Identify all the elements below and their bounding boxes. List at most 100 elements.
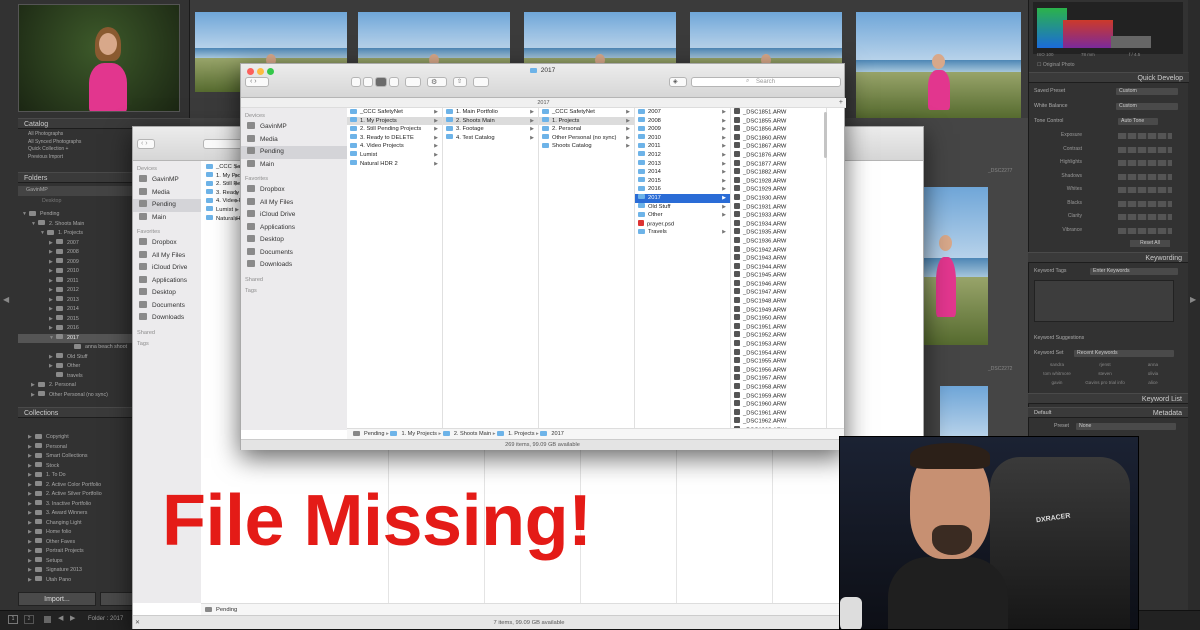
folder-item[interactable]: 1. My Pro ▶ (203, 172, 243, 181)
add-tab-icon[interactable]: + (839, 98, 843, 108)
file-item[interactable]: _DSC1951.ARW (731, 322, 826, 332)
folder-item[interactable]: 2. Still Pending Projects ▶ (347, 125, 442, 134)
folder-item[interactable]: 2015 ▶ (635, 177, 730, 186)
file-item[interactable]: _DSC1946.ARW (731, 279, 826, 289)
slider-vibrance[interactable]: Vibrance (1030, 227, 1172, 236)
reset-all-button[interactable]: Reset All (1130, 240, 1170, 247)
icon-view-button[interactable] (351, 77, 361, 87)
folder-item[interactable]: 3. Footage ▶ (443, 125, 538, 134)
folder-item[interactable]: _CCC Safe ▶ (203, 163, 245, 172)
disclosure-triangle-icon[interactable]: ▶ (28, 519, 35, 529)
sidebar-item[interactable]: Applications (133, 275, 201, 288)
arrange-button[interactable] (405, 77, 421, 87)
file-item[interactable]: _DSC1851.ARW (731, 108, 826, 117)
file-item[interactable]: _DSC1931.ARW (731, 202, 826, 212)
disclosure-triangle-icon[interactable]: ▶ (28, 538, 35, 548)
file-item[interactable]: _DSC1958.ARW (731, 383, 826, 392)
disclosure-triangle-icon[interactable]: ▶ (28, 557, 35, 567)
thumbnail[interactable] (856, 12, 1021, 118)
disclosure-triangle-icon[interactable]: ▶ (49, 353, 56, 363)
slider-buttons[interactable] (1118, 173, 1172, 180)
keyword-set-row[interactable]: Keyword Set Recent Keywords (1034, 350, 1174, 358)
file-item[interactable]: _DSC1944.ARW (731, 262, 826, 272)
disclosure-triangle-icon[interactable]: ▶ (31, 381, 38, 391)
keyword-list-header[interactable]: Keyword List (1028, 393, 1188, 404)
disclosure-triangle-icon[interactable]: ▼ (40, 229, 47, 239)
slider-buttons[interactable] (1118, 200, 1172, 207)
file-item[interactable]: _DSC1961.ARW (731, 408, 826, 418)
disclosure-triangle-icon[interactable]: ▶ (49, 267, 56, 277)
folder-item[interactable]: 3. Ready to DELETE ▶ (347, 134, 442, 143)
file-item[interactable]: _DSC1877.ARW (731, 159, 826, 169)
sidebar-item[interactable]: Documents (241, 247, 347, 260)
disclosure-triangle-icon[interactable]: ▶ (49, 286, 56, 296)
sidebar-item[interactable]: Dropbox (133, 237, 201, 250)
disclosure-triangle-icon[interactable]: ▶ (28, 471, 35, 481)
sidebar-item[interactable]: Main (133, 212, 201, 225)
tags-button[interactable] (473, 77, 489, 87)
file-item[interactable]: _DSC1954.ARW (731, 348, 826, 358)
file-item[interactable]: _DSC1956.ARW (731, 365, 826, 375)
sidebar-item[interactable]: Dropbox (241, 184, 347, 197)
slider-buttons[interactable] (1118, 227, 1172, 234)
keyword-suggestion[interactable]: olivia (1130, 371, 1176, 376)
folder-item[interactable]: Lumist ▶ (347, 151, 442, 160)
keyword-suggestion[interactable]: alice (1130, 380, 1176, 385)
view-buttons[interactable] (203, 139, 243, 149)
folder-item[interactable]: 4. Video Projects ▶ (347, 142, 442, 151)
file-item[interactable]: _DSC1962.ARW (731, 417, 826, 426)
file-item[interactable]: _DSC1948.ARW (731, 297, 826, 306)
sidebar-item[interactable]: All My Files (133, 250, 201, 263)
disclosure-triangle-icon[interactable]: ▶ (49, 324, 56, 334)
list-view-button[interactable] (363, 77, 373, 87)
disclosure-triangle-icon[interactable]: ▶ (49, 258, 56, 268)
disclosure-triangle-icon[interactable]: ▶ (49, 239, 56, 249)
file-item[interactable]: _DSC1945.ARW (731, 271, 826, 280)
keyword-tags-row[interactable]: Keyword Tags Enter Keywords (1034, 268, 1178, 276)
scrollbar[interactable] (824, 112, 827, 158)
disclosure-triangle-icon[interactable]: ▶ (28, 576, 35, 586)
keyword-suggestion[interactable]: rjenst (1082, 362, 1128, 367)
sidebar-item[interactable]: Media (241, 134, 347, 147)
file-item[interactable]: _DSC1934.ARW (731, 219, 826, 229)
folder-item[interactable]: Lumist ▶ (203, 206, 243, 215)
disclosure-triangle-icon[interactable]: ▶ (49, 296, 56, 306)
file-item[interactable]: _DSC1960.ARW (731, 400, 826, 409)
disclosure-triangle-icon[interactable]: ▼ (22, 210, 29, 220)
folder-item[interactable]: 2013 ▶ (635, 160, 730, 169)
disclosure-triangle-icon[interactable]: ▶ (28, 490, 35, 500)
folder-item[interactable]: 2009 ▶ (635, 125, 730, 134)
slider-highlights[interactable]: Highlights (1030, 159, 1172, 168)
quick-develop-header[interactable]: Quick Develop (1029, 72, 1189, 83)
folder-item[interactable]: Shoots Catalog ▶ (539, 142, 634, 151)
disclosure-triangle-icon[interactable]: ▶ (28, 528, 35, 538)
file-item[interactable]: _DSC1953.ARW (731, 340, 826, 349)
grid-icon[interactable] (44, 616, 51, 623)
disclosure-triangle-icon[interactable]: ▶ (49, 277, 56, 287)
sidebar-item[interactable]: Downloads (133, 312, 201, 325)
auto-tone-button[interactable]: Auto Tone (1118, 118, 1158, 125)
folder-item[interactable]: 2008 ▶ (635, 117, 730, 126)
folder-item[interactable]: Natural HI ▶ (203, 215, 243, 224)
back-arrow-icon[interactable]: ◀ (58, 614, 63, 622)
disclosure-triangle-icon[interactable]: ▶ (49, 305, 56, 315)
back-forward-button[interactable]: ‹ › (245, 77, 269, 87)
file-item[interactable]: _DSC1955.ARW (731, 357, 826, 366)
folder-item[interactable]: 2. Personal ▶ (539, 125, 634, 134)
folder-item[interactable]: 1. My Projects ▶ (347, 116, 442, 126)
disclosure-triangle-icon[interactable]: ▼ (49, 334, 56, 344)
file-item[interactable]: _DSC1928.ARW (731, 176, 826, 186)
action-gear-button[interactable]: ⚙ (427, 77, 447, 87)
forward-arrow-icon[interactable]: ▶ (70, 614, 75, 622)
folder-item[interactable]: 2011 ▶ (635, 142, 730, 151)
sidebar-item[interactable]: iCloud Drive (241, 209, 347, 222)
disclosure-triangle-icon[interactable]: ▶ (49, 362, 56, 372)
original-photo-checkbox[interactable]: ☐ Original Photo (1037, 62, 1075, 68)
file-item[interactable]: _DSC1957.ARW (731, 374, 826, 383)
sidebar-item[interactable]: Documents (133, 300, 201, 313)
breadcrumb-item[interactable]: Pending (364, 431, 385, 437)
folder-item[interactable]: 2. Still Pen ▶ (203, 180, 244, 189)
file-item[interactable]: _DSC1876.ARW (731, 150, 826, 160)
folder-item[interactable]: 2007 ▶ (635, 108, 730, 117)
disclosure-triangle-icon[interactable]: ▶ (49, 248, 56, 258)
